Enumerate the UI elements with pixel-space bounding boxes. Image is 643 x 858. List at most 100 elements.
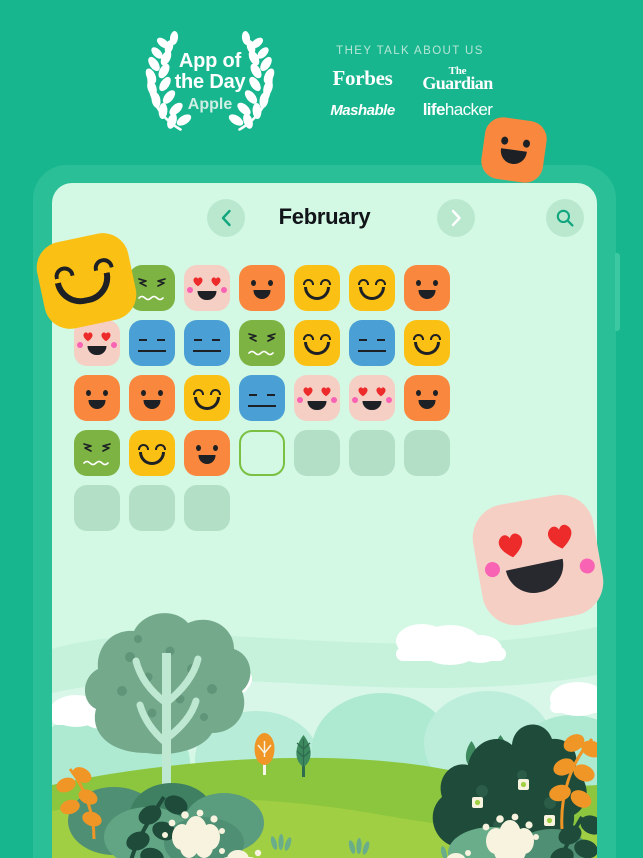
app-header: February	[52, 183, 597, 255]
heart-eye-left-icon	[83, 332, 93, 342]
blush-right	[221, 287, 227, 293]
mouth	[499, 148, 527, 166]
eye-right	[267, 394, 275, 396]
blush-left	[77, 342, 83, 348]
eye-left	[251, 280, 256, 286]
eye-left	[413, 334, 424, 340]
eye-right	[433, 280, 438, 286]
eye-left	[249, 394, 257, 396]
heart-eye-right-icon	[101, 332, 111, 342]
grid-cell-yellow-happy[interactable]	[404, 320, 450, 366]
grid-cell-orange-smile[interactable]	[239, 265, 285, 311]
grid-cell-yellow-happy[interactable]	[129, 430, 175, 476]
blush-right	[111, 342, 117, 348]
eye-left	[359, 339, 367, 341]
eye-right	[522, 139, 531, 149]
grid-cell-blue-neutral[interactable]	[239, 375, 285, 421]
mouth	[304, 287, 330, 300]
search-button[interactable]	[546, 199, 584, 237]
grid-cell-blue-neutral[interactable]	[184, 320, 230, 366]
grid-cell-placeholder	[294, 430, 340, 476]
eye-left	[500, 136, 509, 146]
award-line-1: App of	[178, 49, 242, 72]
grid-cell-today-empty[interactable]	[239, 430, 285, 476]
grid-cell-green-queasy[interactable]	[239, 320, 285, 366]
mouth	[253, 290, 271, 299]
wavy-mouth-icon	[248, 350, 274, 356]
eye-right	[320, 334, 331, 340]
mood-grid	[74, 265, 574, 540]
grid-cell-pink-heart-eyes[interactable]	[184, 265, 230, 311]
eye-right	[268, 280, 273, 286]
grid-cell-orange-smile[interactable]	[404, 265, 450, 311]
grid-cell-placeholder	[404, 430, 450, 476]
eye-left	[139, 339, 147, 341]
blush-left	[483, 560, 502, 579]
squint-eye-right-icon	[267, 333, 276, 342]
eye-right	[155, 444, 166, 450]
press-mentions: THEY TALK ABOUT US Forbes The Guardian M…	[315, 45, 505, 120]
eye-right	[158, 390, 163, 396]
grid-cell-orange-smile[interactable]	[404, 375, 450, 421]
mouth	[193, 350, 221, 352]
mouth	[418, 290, 436, 299]
grid-cell-yellow-happy[interactable]	[294, 265, 340, 311]
grid-cell-placeholder	[184, 485, 230, 531]
eye-right	[103, 390, 108, 396]
eye-left	[303, 334, 314, 340]
mouth	[505, 558, 569, 599]
heart-eye-right-icon	[376, 387, 386, 397]
grid-cell-green-queasy[interactable]	[129, 265, 175, 311]
eye-right	[430, 334, 441, 340]
app-of-the-day-badge: App of the Day Apple	[135, 26, 285, 138]
grid-row	[74, 265, 574, 320]
lifehacker-hacker: hacker	[444, 100, 493, 119]
grid-cell-green-queasy[interactable]	[74, 430, 120, 476]
grid-cell-placeholder	[74, 485, 120, 531]
mouth	[307, 401, 327, 410]
hero-orange-smile-emoji	[478, 114, 550, 186]
grid-cell-yellow-happy[interactable]	[294, 320, 340, 366]
mouth	[87, 346, 107, 355]
grid-cell-yellow-happy[interactable]	[349, 265, 395, 311]
grid-cell-orange-smile[interactable]	[184, 430, 230, 476]
eye-left	[194, 339, 202, 341]
grid-cell-pink-heart-eyes[interactable]	[349, 375, 395, 421]
device-side-button[interactable]	[615, 253, 620, 331]
squint-eye-left-icon	[248, 333, 257, 342]
grid-cell-orange-smile[interactable]	[129, 375, 175, 421]
eye-left	[416, 390, 421, 396]
grid-cell-pink-heart-eyes[interactable]	[294, 375, 340, 421]
eye-left	[86, 390, 91, 396]
guardian-guardian: Guardian	[422, 72, 493, 93]
search-icon	[556, 209, 574, 227]
heart-eye-right-icon	[211, 277, 221, 287]
wavy-mouth-icon	[83, 460, 109, 466]
heart-eye-left-icon	[303, 387, 313, 397]
grid-cell-blue-neutral[interactable]	[129, 320, 175, 366]
wavy-mouth-icon	[138, 295, 164, 301]
next-month-button[interactable]	[437, 199, 475, 237]
grid-cell-orange-smile[interactable]	[74, 375, 120, 421]
screenshot-root: App of the Day Apple THEY TALK ABOUT US …	[0, 0, 643, 858]
eye-right	[377, 339, 385, 341]
the-guardian-logo: The Guardian	[410, 65, 505, 93]
award-line-2: the Day	[174, 71, 246, 94]
eye-right	[157, 339, 165, 341]
grid-cell-blue-neutral[interactable]	[349, 320, 395, 366]
lifehacker-logo: lifehacker	[410, 100, 505, 120]
squint-eye-left-icon	[138, 278, 147, 287]
mouth	[194, 397, 220, 410]
blush-right	[331, 397, 337, 403]
mouth	[143, 400, 161, 409]
heart-eye-right-icon	[547, 524, 572, 549]
heart-eye-left-icon	[498, 533, 523, 558]
eye-right	[212, 339, 220, 341]
grid-row	[74, 430, 574, 485]
blush-left	[297, 397, 303, 403]
eye-left	[138, 444, 149, 450]
heart-eye-left-icon	[358, 387, 368, 397]
heart-eye-right-icon	[321, 387, 331, 397]
grid-cell-yellow-happy[interactable]	[184, 375, 230, 421]
grid-cell-placeholder	[349, 430, 395, 476]
